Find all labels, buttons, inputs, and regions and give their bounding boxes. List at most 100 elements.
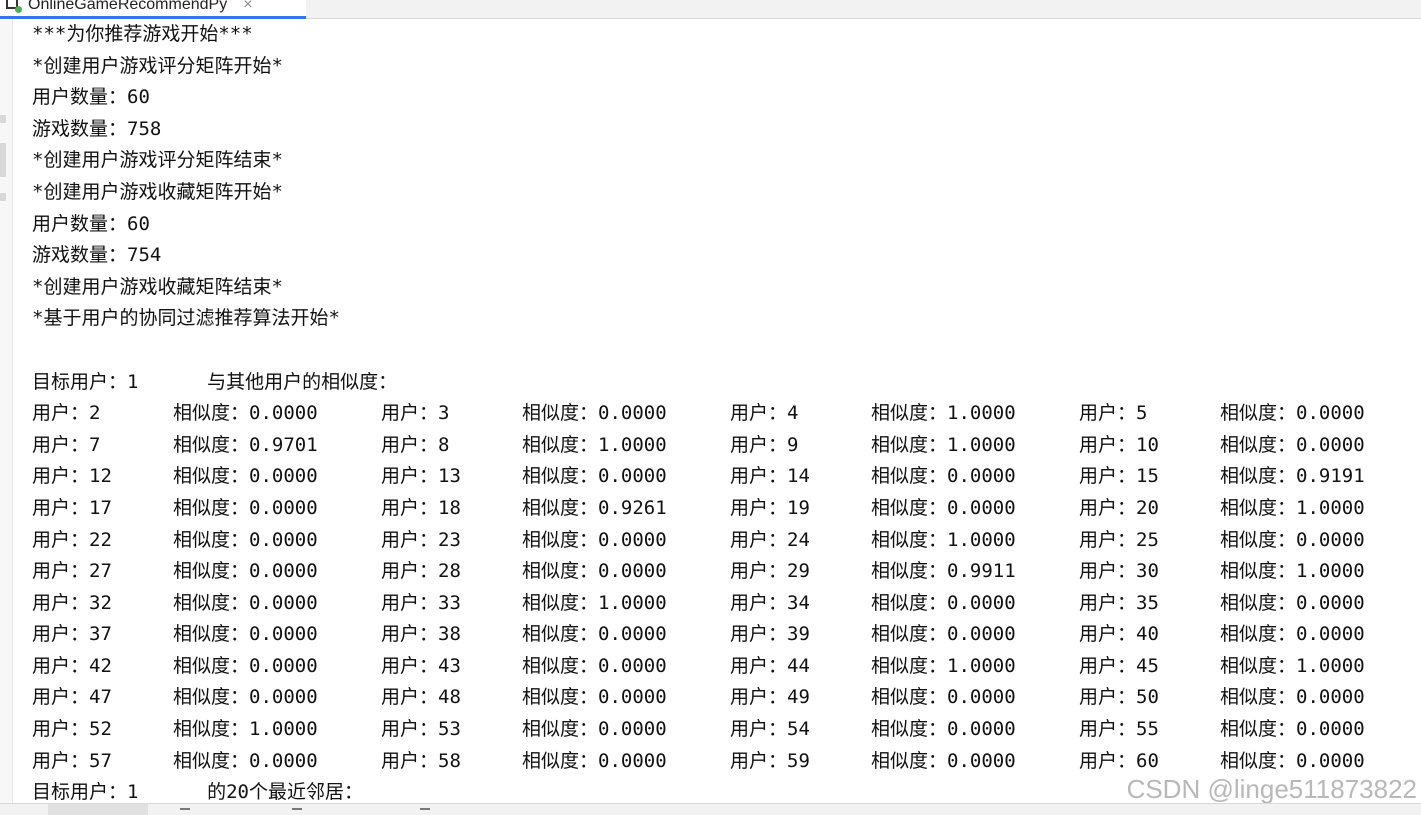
user-id-cell: 用户：32 <box>32 591 112 614</box>
similarity-value-cell: 相似度：1.0000 <box>871 528 1016 551</box>
gutter-marker <box>0 193 6 201</box>
console-line: *创建用户游戏收藏矩阵开始* <box>32 180 283 203</box>
console-line: ***为你推荐游戏开始*** <box>32 23 253 45</box>
user-id-cell: 用户：33 <box>381 591 461 614</box>
gutter-marker <box>0 115 6 123</box>
user-id-cell: 用户：3 <box>381 402 450 425</box>
similarity-value-cell: 相似度：0.9701 <box>173 433 318 456</box>
user-id-cell: 用户：17 <box>32 496 112 519</box>
user-id-cell: 用户：57 <box>32 749 112 772</box>
similarity-value-cell: 相似度：0.0000 <box>871 749 1016 772</box>
user-id-cell: 用户：54 <box>730 718 810 741</box>
tool-icon[interactable] <box>292 808 302 815</box>
similarity-row: 用户：52 相似度：1.0000 用户：53 相似度：0.0000 用户：54 相似度：0… <box>32 714 1412 746</box>
user-id-cell: 用户：5 <box>1079 402 1148 425</box>
tool-icon[interactable] <box>420 808 430 815</box>
user-id-cell: 用户：60 <box>1079 749 1159 772</box>
user-id-cell: 用户：34 <box>730 591 810 614</box>
similarity-value-cell: 相似度：1.0000 <box>1220 654 1365 677</box>
console-line: 游戏数量：754 <box>32 244 162 267</box>
user-id-cell: 用户：44 <box>730 654 810 677</box>
console-line: 游戏数量：758 <box>32 117 162 140</box>
similarity-value-cell: 相似度：0.9911 <box>871 560 1016 583</box>
user-id-cell: 用户：59 <box>730 749 810 772</box>
editor-tab-bar: OnlineGameRecommendPy × <box>0 0 1421 19</box>
user-id-cell: 用户：2 <box>32 402 101 425</box>
user-id-cell: 用户：49 <box>730 686 810 709</box>
tool-icon[interactable] <box>180 808 190 815</box>
similarity-value-cell: 相似度：0.0000 <box>173 496 318 519</box>
similarity-value-cell: 相似度：1.0000 <box>871 433 1016 456</box>
console-line: 用户数量：60 <box>32 86 150 109</box>
user-id-cell: 用户：19 <box>730 496 810 519</box>
close-icon[interactable]: × <box>243 0 252 14</box>
user-id-cell: 用户：12 <box>32 465 112 488</box>
console-line: 用户数量：60 <box>32 212 150 235</box>
user-id-cell: 用户：53 <box>381 718 461 741</box>
similarity-value-cell: 相似度：0.9261 <box>522 496 667 519</box>
similarity-value-cell: 相似度：0.0000 <box>522 623 667 646</box>
similarity-value-cell: 相似度：0.0000 <box>173 591 318 614</box>
similarity-value-cell: 相似度：0.0000 <box>522 718 667 741</box>
similarity-value-cell: 相似度：1.0000 <box>871 654 1016 677</box>
tab-onlinegamerecommendpy[interactable]: OnlineGameRecommendPy × <box>0 0 306 19</box>
similarity-row: 用户：2 相似度：0.0000 用户：3 相似度：0.0000 用户：4 相似度：1.00… <box>32 398 1412 430</box>
watermark: CSDN @linge511873822 <box>1126 774 1417 804</box>
user-id-cell: 用户：24 <box>730 528 810 551</box>
tab-title: OnlineGameRecommendPy <box>28 0 228 13</box>
similarity-value-cell: 相似度：1.0000 <box>522 433 667 456</box>
run-console-output: ***为你推荐游戏开始*** *创建用户游戏评分矩阵开始* 用户数量：60 游戏数量：… <box>32 19 1412 809</box>
left-gutter <box>0 19 13 804</box>
user-id-cell: 用户：25 <box>1079 528 1159 551</box>
user-id-cell: 用户：28 <box>381 560 461 583</box>
similarity-value-cell: 相似度：1.0000 <box>1220 496 1365 519</box>
user-id-cell: 用户：52 <box>32 718 112 741</box>
similarity-value-cell: 相似度：1.0000 <box>1220 560 1365 583</box>
user-id-cell: 用户：35 <box>1079 591 1159 614</box>
user-id-cell: 用户：45 <box>1079 654 1159 677</box>
bottom-tool-bar <box>0 803 1421 815</box>
console-line: *创建用户游戏评分矩阵开始* <box>32 54 283 77</box>
similarity-value-cell: 相似度：0.0000 <box>522 465 667 488</box>
console-line: *创建用户游戏收藏矩阵结束* <box>32 275 283 298</box>
similarity-value-cell: 相似度：0.0000 <box>522 560 667 583</box>
user-id-cell: 用户：55 <box>1079 718 1159 741</box>
gutter-scroll-thumb[interactable] <box>0 143 6 177</box>
similarity-value-cell: 相似度：0.0000 <box>871 465 1016 488</box>
user-id-cell: 用户：4 <box>730 402 799 425</box>
similarity-value-cell: 相似度：0.0000 <box>1220 528 1365 551</box>
bottom-tool-tab[interactable] <box>48 804 148 815</box>
user-id-cell: 用户：15 <box>1079 465 1159 488</box>
similarity-value-cell: 相似度：0.0000 <box>871 718 1016 741</box>
user-id-cell: 用户：8 <box>381 433 450 456</box>
similarity-value-cell: 相似度：0.0000 <box>1220 433 1365 456</box>
user-id-cell: 用户：23 <box>381 528 461 551</box>
similarity-value-cell: 相似度：0.0000 <box>871 496 1016 519</box>
user-id-cell: 用户：42 <box>32 654 112 677</box>
similarity-value-cell: 相似度：1.0000 <box>173 718 318 741</box>
similarity-row: 用户：27 相似度：0.0000 用户：28 相似度：0.0000 用户：29 相似度：0… <box>32 556 1412 588</box>
similarity-value-cell: 相似度：0.0000 <box>522 402 667 425</box>
similarity-value-cell: 相似度：0.0000 <box>522 749 667 772</box>
similarity-row: 用户：47 相似度：0.0000 用户：48 相似度：0.0000 用户：49 相似度：0… <box>32 682 1412 714</box>
similarity-value-cell: 相似度：0.0000 <box>871 623 1016 646</box>
user-id-cell: 用户：47 <box>32 686 112 709</box>
user-id-cell: 用户：22 <box>32 528 112 551</box>
user-id-cell: 用户：9 <box>730 433 799 456</box>
user-id-cell: 用户：48 <box>381 686 461 709</box>
similarity-row: 用户：57 相似度：0.0000 用户：58 相似度：0.0000 用户：59 相似度：0… <box>32 746 1412 778</box>
similarity-value-cell: 相似度：0.0000 <box>522 654 667 677</box>
user-id-cell: 用户：58 <box>381 749 461 772</box>
user-id-cell: 用户：40 <box>1079 623 1159 646</box>
similarity-value-cell: 相似度：0.0000 <box>173 686 318 709</box>
user-id-cell: 用户：14 <box>730 465 810 488</box>
similarity-value-cell: 相似度：0.0000 <box>173 402 318 425</box>
similarity-value-cell: 相似度：0.0000 <box>1220 623 1365 646</box>
similarity-value-cell: 相似度：0.0000 <box>173 465 318 488</box>
user-id-cell: 用户：10 <box>1079 433 1159 456</box>
similarity-value-cell: 相似度：0.0000 <box>1220 749 1365 772</box>
user-id-cell: 用户：27 <box>32 560 112 583</box>
similarity-value-cell: 相似度：0.0000 <box>1220 718 1365 741</box>
similarity-value-cell: 相似度：0.0000 <box>1220 402 1365 425</box>
